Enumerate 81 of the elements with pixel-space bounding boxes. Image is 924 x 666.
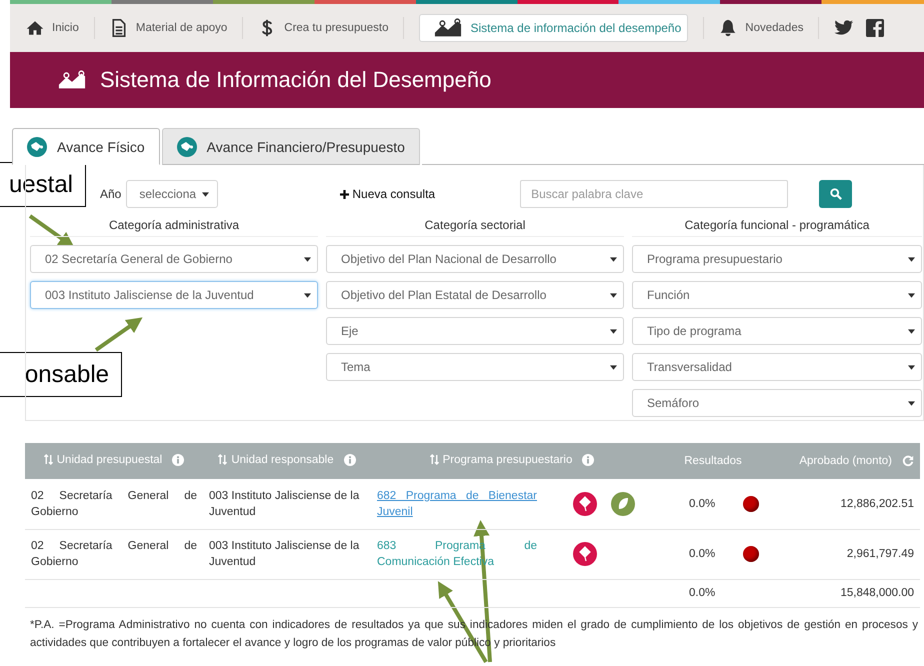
- column-heading: Unidad presupuestal: [56, 454, 162, 466]
- column-heading: Resultados: [684, 455, 742, 467]
- caret-icon: [908, 328, 915, 334]
- result-percent: 0.0%: [689, 496, 716, 512]
- caret-icon: [908, 364, 915, 370]
- nav-link[interactable]: Inicio: [26, 19, 79, 37]
- kite-badge-icon[interactable]: [573, 542, 597, 566]
- dropdown[interactable]: 02 Secretaría General de Gobierno: [30, 245, 318, 273]
- info-icon[interactable]: [344, 454, 356, 466]
- tab[interactable]: Avance Financiero/Presupuesto: [162, 128, 420, 165]
- dropdown[interactable]: Función: [632, 281, 922, 309]
- status-dot: [743, 546, 760, 562]
- arrow: [28, 214, 75, 248]
- dropdown[interactable]: Tipo de programa: [632, 317, 922, 345]
- caret-icon: [202, 192, 210, 196]
- status-dot: [743, 496, 760, 512]
- year-label: Año: [100, 187, 122, 201]
- chart-icon: [434, 18, 462, 38]
- dropdown[interactable]: Tema: [326, 353, 624, 381]
- nav-link[interactable]: Sistema de información del desempeño: [419, 14, 688, 42]
- dropdown[interactable]: Objetivo del Plan Estatal de Desarrollo: [326, 281, 624, 309]
- dropdown[interactable]: Eje: [326, 317, 624, 345]
- info-icon[interactable]: [582, 454, 594, 466]
- leaf-badge-icon[interactable]: [611, 492, 635, 516]
- dropdown[interactable]: Transversalidad: [632, 353, 922, 381]
- caret-icon: [610, 292, 617, 298]
- info-icon[interactable]: [172, 454, 184, 466]
- category-heading: Categoría administrativa: [30, 217, 318, 237]
- table-cell: 003 Instituto Jalisciense de la Juventud: [203, 479, 371, 529]
- search-icon: [830, 188, 842, 200]
- callout-label: onsable: [0, 352, 122, 397]
- refresh-icon[interactable]: [902, 455, 914, 467]
- caret-icon: [610, 364, 617, 370]
- tag-icon: [27, 136, 47, 156]
- chart-icon: [58, 70, 86, 90]
- total-amount: 15,848,000.00: [773, 579, 920, 607]
- caret-icon: [908, 400, 915, 406]
- nav-link[interactable]: Crea tu presupuesto: [258, 19, 388, 37]
- document-icon: [110, 19, 128, 37]
- sort-icon[interactable]: [430, 454, 439, 466]
- nav-link[interactable]: Novedades: [719, 19, 804, 37]
- new-query-link[interactable]: Nueva consulta: [340, 187, 436, 201]
- program-link[interactable]: 682 Programa de Bienestar Juvenil: [377, 488, 537, 520]
- search-field[interactable]: Buscar palabra clave: [520, 180, 788, 208]
- caret-icon: [304, 292, 311, 298]
- result-percent: 0.0%: [689, 547, 716, 562]
- category-heading: Categoría sectorial: [326, 217, 624, 237]
- tab[interactable]: Avance Físico: [12, 128, 160, 165]
- year-select[interactable]: selecciona: [126, 180, 218, 208]
- bell-icon: [719, 19, 738, 37]
- kite-badge-icon[interactable]: [573, 492, 597, 516]
- dropdown[interactable]: Semáforo: [632, 389, 922, 417]
- caret-icon: [304, 256, 311, 262]
- home-icon: [26, 19, 44, 37]
- facebook-icon[interactable]: [866, 19, 884, 37]
- nav-link[interactable]: Material de apoyo: [110, 19, 228, 37]
- table-cell: 003 Instituto Jalisciense de la Juventud: [203, 529, 371, 579]
- table-cell: 02 Secretaría General de Gobierno: [25, 479, 203, 529]
- caret-icon: [610, 328, 617, 334]
- table-cell: 12,886,202.51: [773, 479, 920, 529]
- arrow: [94, 317, 143, 352]
- sort-icon[interactable]: [44, 454, 53, 466]
- category-heading: Categoría funcional - programática: [632, 217, 922, 237]
- table-cell: 02 Secretaría General de Gobierno: [25, 529, 203, 579]
- total-percent: 0.0%: [689, 586, 716, 601]
- column-heading: Aprobado (monto): [799, 455, 892, 467]
- twitter-icon[interactable]: [834, 19, 854, 37]
- caret-icon: [908, 292, 915, 298]
- page-title: Sistema de Información del Desempeño: [100, 67, 492, 93]
- sort-icon[interactable]: [218, 454, 228, 466]
- caret-icon: [610, 256, 617, 262]
- search-button[interactable]: [819, 180, 852, 208]
- dropdown[interactable]: Programa presupuestario: [632, 245, 922, 273]
- column-heading: Unidad responsable: [231, 454, 334, 466]
- tag-icon: [176, 136, 197, 156]
- plus-icon: [340, 190, 350, 198]
- dropdown[interactable]: 003 Instituto Jalisciense de la Juventud: [30, 281, 318, 309]
- column-heading: Programa presupuestario: [442, 454, 572, 466]
- table-cell: 2,961,797.49: [773, 529, 920, 579]
- caret-icon: [908, 256, 915, 262]
- dropdown[interactable]: Objetivo del Plan Nacional de Desarrollo: [326, 245, 624, 273]
